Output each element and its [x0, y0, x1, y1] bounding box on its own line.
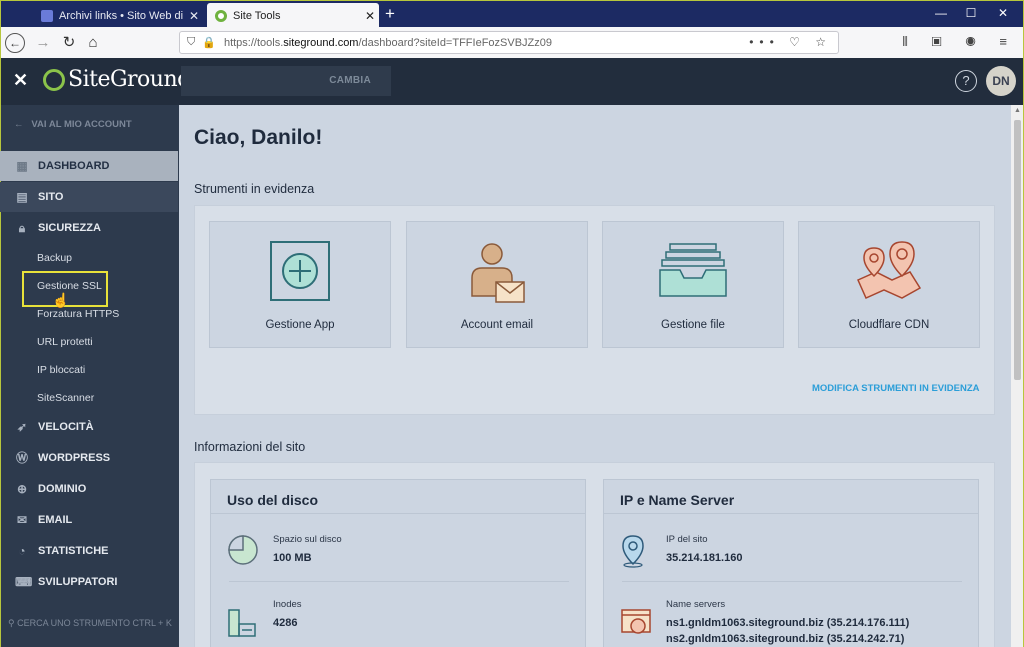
globe-icon: ⊕	[16, 482, 28, 496]
tab-title: Site Tools	[233, 9, 281, 22]
sidebar-subitem-forzatura-https[interactable]: Forzatura HTTPS	[37, 308, 119, 320]
name-server-1: ns1.gnldm1063.siteground.biz (35.214.176…	[666, 617, 910, 629]
site-info-heading: Informazioni del sito	[194, 440, 306, 454]
site-ip-value: 35.214.181.160	[666, 552, 743, 564]
disk-space-label: Spazio sul disco	[273, 534, 342, 545]
forward-arrow-icon[interactable]: →	[33, 33, 53, 53]
divider	[229, 581, 569, 582]
edit-featured-tools-link[interactable]: MODIFICA STRUMENTI IN EVIDENZA	[812, 383, 979, 394]
scrollbar[interactable]: ▲	[1011, 105, 1024, 647]
lock-icon: 🔒︎	[18, 221, 26, 235]
disk-pie-icon	[228, 535, 258, 565]
back-arrow-icon[interactable]: ←	[5, 33, 25, 53]
scroll-up-arrow-icon[interactable]: ▲	[1014, 107, 1021, 114]
back-to-account-link[interactable]: ← VAI AL MIO ACCOUNT	[14, 119, 132, 130]
featured-tool-gestione-file[interactable]: Gestione file	[602, 221, 784, 348]
siteground-favicon-icon	[215, 9, 227, 22]
app-manager-icon	[270, 241, 330, 301]
sidebar-item-sviluppatori[interactable]: ⌨ SVILUPPATORI	[0, 567, 178, 597]
search-icon: ⚲	[8, 618, 15, 628]
email-account-icon	[471, 243, 525, 303]
name-server-icon	[621, 609, 651, 634]
sidebar-item-dominio[interactable]: ⊕ DOMINIO	[0, 474, 178, 504]
name-servers-label: Name servers	[666, 599, 726, 610]
page-actions-icons[interactable]: ••• ♡ ☆	[749, 35, 832, 49]
inodes-label: Inodes	[273, 599, 302, 610]
window-close-icon[interactable]: ✕	[993, 6, 1013, 20]
name-server-2: ns2.gnldm1063.siteground.biz (35.214.242…	[666, 633, 905, 645]
close-tab-icon[interactable]: ✕	[185, 9, 203, 23]
ip-name-server-card: IP e Name Server IP del sito 35.214.181.…	[603, 479, 979, 647]
help-icon[interactable]: ?	[955, 70, 977, 92]
divider	[211, 513, 585, 514]
sidebar-subitem-url-protetti[interactable]: URL protetti	[37, 336, 93, 348]
siteground-logo-icon	[43, 68, 65, 91]
padlock-icon: 🔒	[202, 37, 216, 49]
siteground-logo: SiteGround	[43, 67, 191, 92]
sidebar-item-statistiche[interactable]: ◔ STATISTICHE	[0, 536, 178, 566]
location-pin-icon	[622, 535, 644, 568]
featured-tool-account-email[interactable]: Account email	[406, 221, 588, 348]
page-title: Ciao, Danilo!	[194, 126, 323, 149]
sidebar-item-dashboard[interactable]: ▦ DASHBOARD	[0, 151, 178, 181]
ip-name-server-title: IP e Name Server	[620, 492, 735, 508]
disk-usage-title: Uso del disco	[227, 492, 319, 508]
code-icon: ⌨	[15, 575, 33, 589]
wordpress-favicon-icon	[41, 9, 53, 22]
home-icon[interactable]: ⌂	[83, 33, 103, 53]
minimize-icon[interactable]: —	[931, 6, 951, 20]
wordpress-icon: Ⓦ	[15, 451, 28, 465]
tool-search-input[interactable]: ⚲ CERCA UNO STRUMENTO CTRL + K	[8, 618, 172, 629]
site-icon: ▤	[16, 190, 28, 204]
sidebar-subitem-backup[interactable]: Backup	[37, 252, 72, 264]
new-tab-plus-icon[interactable]: +	[385, 4, 395, 24]
featured-tool-gestione-app[interactable]: Gestione App	[209, 221, 391, 348]
close-icon[interactable]: ✕	[13, 70, 28, 91]
site-ip-label: IP del sito	[666, 534, 708, 545]
sidebar-subitem-sitescanner[interactable]: SiteScanner	[37, 392, 94, 404]
featured-tools-heading: Strumenti in evidenza	[194, 182, 315, 196]
scrollbar-thumb[interactable]	[1014, 120, 1021, 380]
pie-chart-icon: ◔	[18, 544, 26, 558]
hand-cursor-icon: ☝	[52, 292, 70, 308]
site-switch-button[interactable]: CAMBIA	[181, 66, 391, 96]
browser-tab-bar: Archivi links • Sito Web di Dani ✕ Site …	[0, 0, 1024, 28]
browser-tab-archivi[interactable]: Archivi links • Sito Web di Dani ✕	[33, 3, 203, 28]
cdn-map-icon	[857, 241, 922, 299]
shield-icon: ⛉	[187, 36, 196, 48]
file-manager-icon	[659, 243, 727, 297]
url-text: https://tools.siteground.com/dashboard?s…	[223, 36, 552, 49]
disk-space-value: 100 MB	[273, 552, 312, 564]
sidebar-subitem-ip-bloccati[interactable]: IP bloccati	[37, 364, 85, 376]
browser-tab-site-tools[interactable]: Site Tools ✕	[207, 3, 379, 28]
inodes-icon	[228, 609, 256, 637]
app-header: ✕ SiteGround CAMBIA ? DN	[0, 58, 1024, 105]
maximize-icon[interactable]: ☐	[961, 6, 981, 20]
toolbar-icons[interactable]: ⫴ ▣ ◉ ≡	[902, 34, 1017, 50]
sidebar-item-sicurezza[interactable]: 🔒︎ SICUREZZA	[0, 213, 178, 243]
divider	[622, 581, 962, 582]
avatar[interactable]: DN	[986, 66, 1016, 96]
rocket-icon: ➶	[16, 420, 28, 434]
divider	[604, 513, 978, 514]
sidebar-item-email[interactable]: ✉ EMAIL	[0, 505, 178, 535]
browser-nav-bar: ← → ↻ ⌂ ⛉ 🔒 https://tools.siteground.com…	[0, 27, 1024, 58]
sidebar-item-sito[interactable]: ▤ SITO	[0, 182, 178, 212]
address-bar[interactable]: ⛉ 🔒 https://tools.siteground.com/dashboa…	[179, 31, 839, 54]
dashboard-icon: ▦	[16, 159, 28, 173]
disk-usage-card: Uso del disco Spazio sul disco 100 MB In…	[210, 479, 586, 647]
tab-title: Archivi links • Sito Web di Dani	[59, 9, 185, 22]
sidebar-item-velocita[interactable]: ➶ VELOCITÀ	[0, 412, 178, 442]
sidebar-item-wordpress[interactable]: Ⓦ WORDPRESS	[0, 443, 178, 473]
mail-icon: ✉	[16, 513, 28, 527]
reload-icon[interactable]: ↻	[59, 33, 79, 53]
inodes-value: 4286	[273, 617, 298, 629]
close-tab-icon[interactable]: ✕	[361, 9, 379, 23]
featured-tool-cloudflare-cdn[interactable]: Cloudflare CDN	[798, 221, 980, 348]
